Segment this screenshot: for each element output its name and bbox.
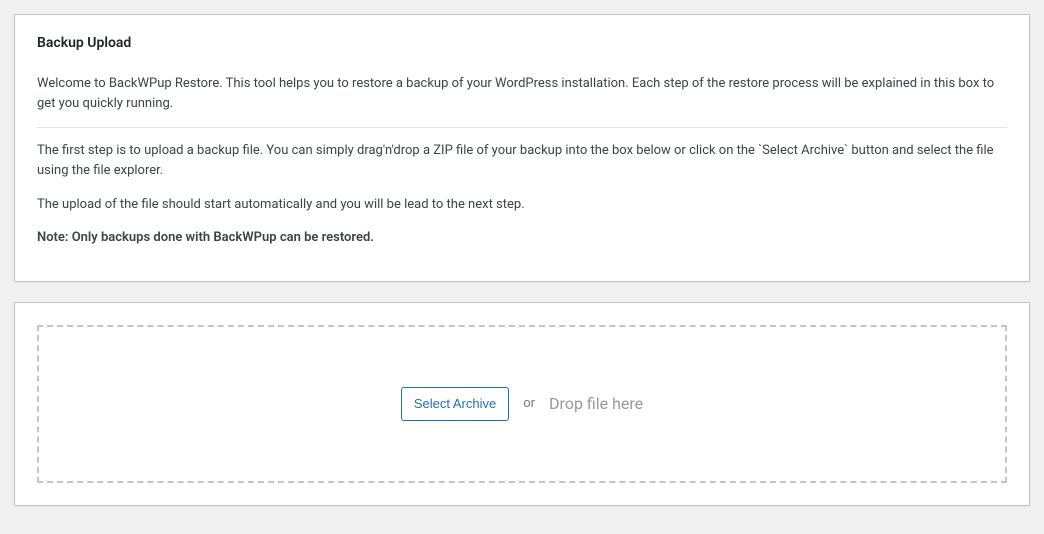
panel-title: Backup Upload — [37, 27, 1007, 61]
note-text: Note: Only backups done with BackWPup ca… — [37, 228, 1007, 248]
divider — [37, 127, 1007, 128]
upload-info-text: The upload of the file should start auto… — [37, 195, 1007, 215]
step1-text: The first step is to upload a backup fil… — [37, 141, 1007, 181]
info-panel: Backup Upload Welcome to BackWPup Restor… — [14, 14, 1030, 282]
info-panel-inner: Backup Upload Welcome to BackWPup Restor… — [15, 15, 1029, 281]
or-label: or — [523, 396, 535, 411]
drop-file-label: Drop file here — [549, 394, 643, 413]
select-archive-button[interactable]: Select Archive — [401, 387, 509, 421]
upload-panel: Select Archive or Drop file here — [14, 302, 1030, 506]
dropzone[interactable]: Select Archive or Drop file here — [37, 325, 1007, 483]
intro-text: Welcome to BackWPup Restore. This tool h… — [37, 74, 1007, 114]
note-strong: Note: Only backups done with BackWPup ca… — [37, 230, 374, 245]
